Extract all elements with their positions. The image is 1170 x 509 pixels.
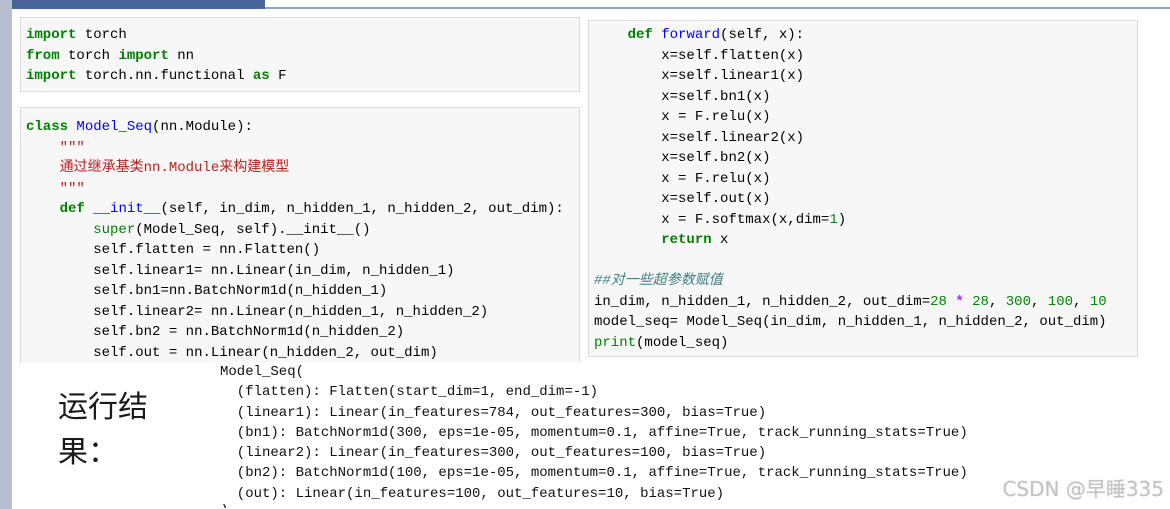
output-line: (out): Linear(in_features=100, out_featu… — [220, 485, 725, 502]
code-line: def __init__(self, in_dim, n_hidden_1, n… — [59, 201, 564, 217]
output-line: Model_Seq( — [220, 364, 305, 380]
code-number: 1 — [829, 211, 838, 228]
code-number: 10 — [1089, 293, 1107, 310]
code-def: Model_Seq — [76, 119, 153, 135]
code-keyword: def — [627, 27, 653, 43]
code-keyword: as — [252, 68, 270, 84]
code-keyword: import — [26, 27, 77, 43]
code-line: x=self.linear2(x) — [661, 129, 805, 146]
code-line: model_seq= Model_Seq(in_dim, n_hidden_1,… — [594, 314, 1107, 330]
code-line: x=self.flatten(x) — [661, 47, 805, 64]
code-operator: * — [955, 293, 964, 310]
code-line: def forward(self, x): — [627, 27, 805, 43]
code-line: class Model_Seq(nn.Module): — [26, 119, 253, 135]
code-line: self.linear1= nn.Linear(in_dim, n_hidden… — [93, 262, 455, 279]
code-line: self.out = nn.Linear(n_hidden_2, out_dim… — [93, 344, 438, 361]
code-builtin: print — [594, 334, 637, 351]
left-accent-bar — [0, 0, 12, 509]
code-line: """ — [26, 179, 579, 200]
header-rule — [265, 7, 1170, 9]
code-line: self.linear2= nn.Linear(n_hidden_1, n_hi… — [93, 303, 489, 320]
code-def: forward — [661, 27, 721, 43]
code-number: 100 — [1047, 293, 1074, 310]
code-line: x=self.bn1(x) — [661, 88, 771, 105]
code-line: self.bn1=nn.BatchNorm1d(n_hidden_1) — [93, 283, 388, 299]
code-line: self.flatten = nn.Flatten() — [93, 242, 321, 258]
code-line: x=self.bn2(x) — [661, 150, 771, 166]
code-builtin: super — [93, 221, 136, 238]
code-line: self.bn2 = nn.BatchNorm1d(n_hidden_2) — [93, 324, 405, 340]
code-keyword: class — [26, 119, 69, 135]
code-line: import torch.nn.functional as F — [26, 68, 287, 84]
output-line: (flatten): Flatten(start_dim=1, end_dim=… — [220, 384, 599, 401]
code-string: """ — [59, 139, 85, 156]
code-line: ##对一些超参数赋值 — [594, 271, 1137, 292]
output-line: (linear2): Linear(in_features=300, out_f… — [220, 445, 767, 462]
code-keyword: return — [661, 232, 712, 248]
code-comment: ##对一些超参数赋值 — [594, 273, 723, 289]
code-line: x=self.out(x) — [661, 191, 771, 207]
code-line: super(Model_Seq, self).__init__() — [93, 221, 371, 238]
output-line: (bn2): BatchNorm1d(100, eps=1e-05, momen… — [220, 465, 968, 482]
output-line: (linear1): Linear(in_features=784, out_f… — [220, 404, 767, 421]
code-line: x = F.relu(x) — [661, 170, 771, 187]
code-number: 300 — [1005, 293, 1031, 310]
code-line: x=self.linear1(x) — [661, 68, 805, 84]
header-accent-bar — [12, 0, 265, 9]
code-line: """ — [26, 138, 579, 159]
code-number: 28 — [972, 293, 989, 310]
output-line: ) — [220, 504, 982, 508]
code-line: return x — [661, 232, 729, 248]
csdn-watermark: CSDN @早睡335 — [1002, 477, 1164, 501]
slide: import torch from torch import nn import t… — [0, 0, 1170, 509]
code-cell-imports: import torch from torch import nn import t… — [20, 17, 580, 92]
code-def: __init__ — [93, 201, 161, 217]
model-print-output: Model_Seq( (flatten): Flatten(start_dim=… — [212, 362, 982, 509]
code-string: """ — [26, 180, 85, 197]
code-line: in_dim, n_hidden_1, n_hidden_2, out_dim=… — [594, 293, 1107, 310]
code-number: 28 — [930, 293, 947, 310]
code-string: 通过继承基类nn.Module来构建模型 — [59, 160, 290, 176]
run-result-label: 运行结果： — [58, 390, 148, 470]
code-line: x = F.relu(x) — [661, 109, 771, 125]
code-line: from torch import nn — [26, 47, 195, 64]
code-cell-model-class: class Model_Seq(nn.Module): """ 通过继承基类nn… — [20, 107, 580, 363]
code-line: print(model_seq) — [594, 334, 729, 351]
code-keyword: def — [59, 201, 85, 217]
code-line: x = F.softmax(x,dim=1) — [661, 211, 847, 228]
code-keyword: import — [26, 68, 77, 84]
code-keyword: from — [26, 47, 60, 64]
code-cell-forward-and-setup: def forward(self, x): x=self.flatten(x) … — [588, 20, 1138, 357]
output-line: (bn1): BatchNorm1d(300, eps=1e-05, momen… — [220, 424, 968, 441]
code-line: 通过继承基类nn.Module来构建模型 — [26, 158, 579, 179]
code-keyword: import — [118, 47, 169, 64]
code-line: import torch — [26, 27, 127, 43]
